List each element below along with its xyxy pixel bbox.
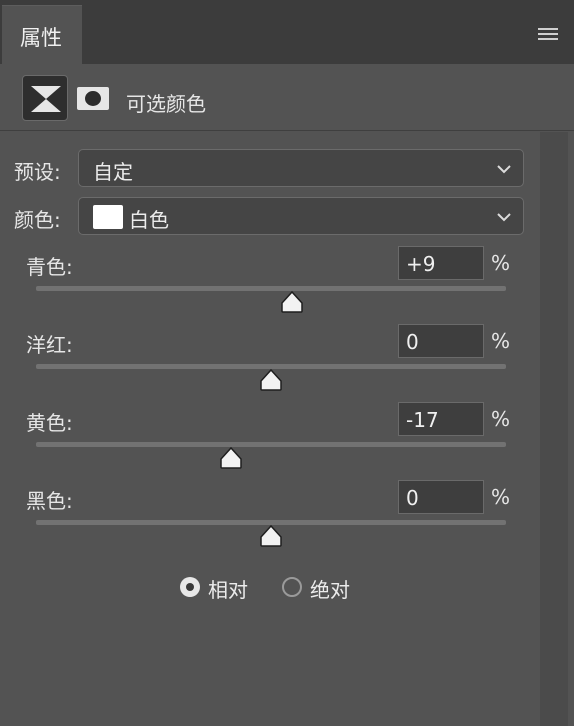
color-swatch	[93, 205, 123, 229]
magenta-label: 洋红:	[26, 333, 73, 357]
black-slider-thumb[interactable]	[259, 525, 283, 547]
chevron-down-icon	[497, 165, 511, 174]
cyan-label: 青色:	[26, 255, 73, 279]
chevron-down-icon	[497, 213, 511, 222]
radio-absolute[interactable]	[282, 577, 302, 597]
yellow-value-input[interactable]: -17	[398, 402, 484, 436]
layer-mask-icon[interactable]	[77, 87, 109, 110]
radio-relative-label: 相对	[208, 578, 248, 602]
adjustment-title: 可选颜色	[126, 92, 206, 116]
selective-color-icon[interactable]	[22, 75, 68, 121]
panel-scrollbar[interactable]	[540, 132, 568, 726]
radio-absolute-label: 绝对	[310, 578, 350, 602]
black-percent-sign: %	[491, 485, 511, 509]
yellow-label: 黄色:	[26, 411, 73, 435]
cyan-percent-sign: %	[491, 251, 511, 275]
black-label: 黑色:	[26, 489, 73, 513]
cyan-slider-track[interactable]	[36, 286, 506, 291]
black-value-input[interactable]: 0	[398, 480, 484, 514]
preset-value: 自定	[93, 160, 133, 184]
panel-menu-icon[interactable]	[538, 28, 558, 42]
colors-value: 白色	[129, 208, 169, 232]
tab-properties[interactable]: 属性	[2, 5, 82, 64]
radio-relative[interactable]	[180, 577, 200, 597]
yellow-percent-sign: %	[491, 407, 511, 431]
colors-label: 颜色:	[14, 208, 61, 232]
magenta-percent-sign: %	[491, 329, 511, 353]
tab-properties-label: 属性	[20, 26, 62, 50]
panel-tab-bar: 属性	[0, 0, 574, 64]
preset-label: 预设:	[14, 160, 61, 184]
yellow-slider-track[interactable]	[36, 442, 506, 447]
adjustment-header: 可选颜色	[0, 64, 574, 131]
cyan-value-input[interactable]: +9	[398, 246, 484, 280]
cyan-slider-thumb[interactable]	[280, 291, 304, 313]
magenta-value-input[interactable]: 0	[398, 324, 484, 358]
magenta-slider-thumb[interactable]	[259, 369, 283, 391]
yellow-slider-thumb[interactable]	[219, 447, 243, 469]
method-radio-group: 相对 绝对	[0, 574, 540, 604]
colors-dropdown[interactable]: 白色	[78, 197, 524, 235]
preset-dropdown[interactable]: 自定	[78, 149, 524, 187]
